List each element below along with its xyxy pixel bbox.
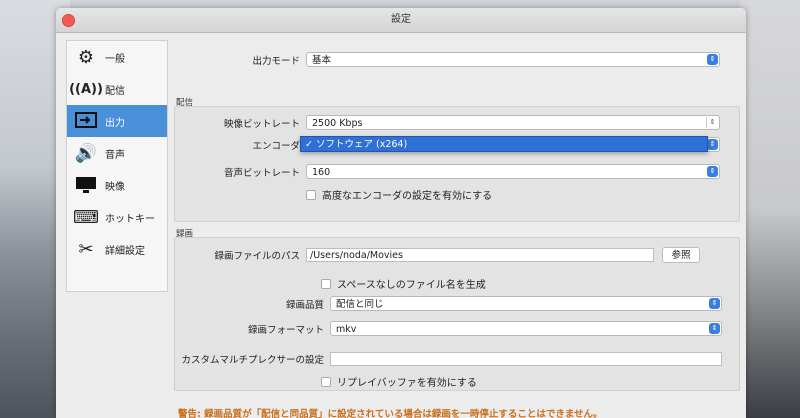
recording-quality-value: 配信と同じ <box>336 299 384 310</box>
monitor-icon <box>73 173 99 197</box>
sidebar-item-label: 一般 <box>105 53 125 65</box>
sidebar-item-output[interactable]: 出力 <box>67 105 167 137</box>
audio-bitrate-select[interactable]: 160 ⇕ <box>306 164 720 179</box>
video-bitrate-value: 2500 Kbps <box>312 118 363 129</box>
video-bitrate-row: 映像ビットレート 2500 Kbps ⇕ <box>166 115 736 130</box>
output-mode-label: 出力モード <box>252 55 300 67</box>
advanced-encoder-checkbox[interactable] <box>306 189 316 200</box>
recording-format-select[interactable]: mkv ⇕ <box>330 321 722 336</box>
encoder-selected-option: ✓ ソフトウェア (x264) <box>305 139 408 150</box>
video-bitrate-label: 映像ビットレート <box>223 118 300 130</box>
recording-format-row: 録画フォーマット mkv ⇕ <box>166 321 736 336</box>
warning-message: 警告: 録画品質が「配信と同品質」に設定されている場合は録画を一時停止することは… <box>178 409 603 418</box>
chevron-updown-icon: ⇕ <box>709 298 720 309</box>
encoder-dropdown-option[interactable]: ✓ ソフトウェア (x264) <box>300 136 708 152</box>
sidebar-item-advanced[interactable]: ✂ 詳細設定 <box>67 233 167 265</box>
sidebar-item-label: 配信 <box>105 85 125 97</box>
sidebar-item-stream[interactable]: ((A)) 配信 <box>67 73 167 105</box>
sidebar-item-hotkeys[interactable]: ⌨ ホットキー <box>67 201 167 233</box>
spinner-icon: ⇕ <box>706 117 718 128</box>
close-window-button[interactable] <box>62 14 75 27</box>
sidebar-item-audio[interactable]: 🔊 音声 <box>67 137 167 169</box>
advanced-encoder-checkbox-label: 高度なエンコーダの設定を有効にする <box>322 191 493 202</box>
audio-bitrate-value: 160 <box>312 167 331 178</box>
recording-path-row: 録画ファイルのパス /Users/noda/Movies 参照 <box>166 247 736 263</box>
no-space-filename-checkbox[interactable] <box>321 278 331 289</box>
recording-quality-label: 録画品質 <box>285 299 324 311</box>
sidebar-item-label: 詳細設定 <box>105 245 145 257</box>
sidebar-item-label: 映像 <box>105 181 125 193</box>
chevron-updown-icon: ⇕ <box>709 323 720 334</box>
encoder-label: エンコーダ <box>252 140 300 152</box>
muxer-settings-row: カスタムマルチプレクサーの設定 <box>166 352 736 366</box>
replay-buffer-label: リプレイバッファを有効にする <box>337 378 477 389</box>
output-icon <box>73 109 99 133</box>
output-mode-value: 基本 <box>312 55 332 66</box>
sidebar-item-label: ホットキー <box>105 213 155 225</box>
keyboard-icon: ⌨ <box>73 206 99 228</box>
muxer-settings-input[interactable] <box>330 352 722 366</box>
recording-quality-row: 録画品質 配信と同じ ⇕ <box>166 296 736 311</box>
desktop-background-right <box>740 0 800 418</box>
recording-path-label: 録画ファイルのパス <box>214 251 300 262</box>
broadcast-icon: ((A)) <box>69 81 103 97</box>
gear-icon: ⚙ <box>77 46 95 68</box>
no-space-filename-label: スペースなしのファイル名を生成 <box>337 280 486 291</box>
muxer-settings-label: カスタムマルチプレクサーの設定 <box>181 355 324 366</box>
output-settings-panel: 出力モード 基本 ⇕ 配信 映像ビットレート 2500 Kbps ⇕ エンコーダ… <box>166 36 740 418</box>
replay-buffer-row: リプレイバッファを有効にする <box>321 374 477 389</box>
sidebar-item-general[interactable]: ⚙ 一般 <box>67 41 167 73</box>
video-bitrate-spinbox[interactable]: 2500 Kbps ⇕ <box>306 115 720 130</box>
audio-bitrate-row: 音声ビットレート 160 ⇕ <box>166 164 736 179</box>
audio-bitrate-label: 音声ビットレート <box>223 167 300 179</box>
speaker-icon: 🔊 <box>74 142 98 164</box>
advanced-encoder-row: 高度なエンコーダの設定を有効にする <box>306 187 492 202</box>
recording-path-input[interactable]: /Users/noda/Movies <box>306 248 654 262</box>
tools-icon: ✂ <box>78 238 94 260</box>
chevron-updown-icon: ⇕ <box>707 166 718 177</box>
sidebar-item-label: 音声 <box>105 149 125 161</box>
browse-button[interactable]: 参照 <box>662 247 700 263</box>
settings-window: 設定 ⚙ 一般 ((A)) 配信 出力 🔊 音声 映像 ⌨ ホットキー ✂ 詳細… <box>56 8 746 418</box>
chevron-updown-icon: ⇕ <box>707 54 718 65</box>
output-mode-select[interactable]: 基本 ⇕ <box>306 52 720 67</box>
chevron-updown-icon: ⇕ <box>707 139 718 150</box>
sidebar-item-video[interactable]: 映像 <box>67 169 167 201</box>
settings-sidebar: ⚙ 一般 ((A)) 配信 出力 🔊 音声 映像 ⌨ ホットキー ✂ 詳細設定 <box>66 40 168 292</box>
sidebar-item-label: 出力 <box>105 117 125 129</box>
title-bar: 設定 <box>56 8 746 33</box>
recording-format-value: mkv <box>336 324 357 335</box>
no-space-row: スペースなしのファイル名を生成 <box>321 276 486 291</box>
replay-buffer-checkbox[interactable] <box>321 376 331 387</box>
window-title: 設定 <box>391 14 411 25</box>
recording-format-label: 録画フォーマット <box>247 324 324 336</box>
recording-quality-select[interactable]: 配信と同じ ⇕ <box>330 296 722 311</box>
output-mode-row: 出力モード 基本 ⇕ <box>166 52 736 67</box>
